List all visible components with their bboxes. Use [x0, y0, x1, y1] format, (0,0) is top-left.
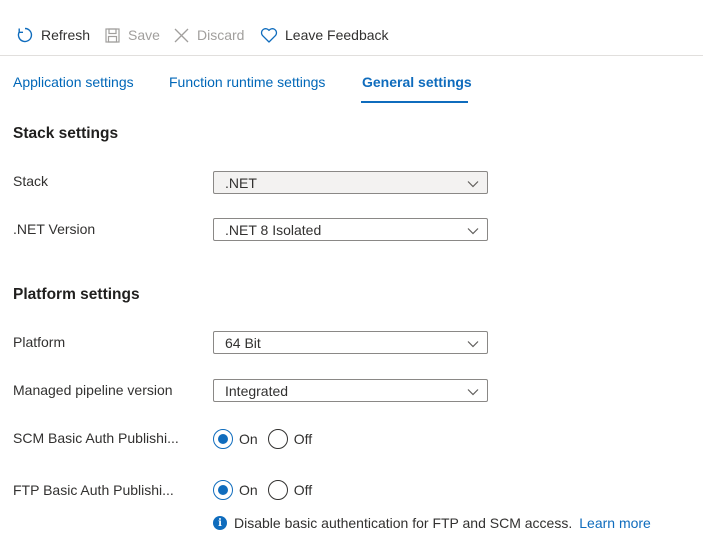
- chevron-down-icon: [467, 385, 479, 401]
- ftp-auth-on-radio[interactable]: [213, 480, 233, 500]
- ftp-auth-label: FTP Basic Auth Publishi...: [13, 482, 174, 498]
- save-icon: [104, 27, 121, 44]
- pipeline-value: Integrated: [225, 382, 289, 399]
- scm-auth-radio-group: On Off: [213, 429, 322, 449]
- scm-auth-on-option[interactable]: On: [213, 429, 258, 449]
- chevron-down-icon: [467, 224, 479, 240]
- discard-label: Discard: [197, 27, 245, 43]
- scm-auth-off-option[interactable]: Off: [267, 429, 313, 449]
- save-label: Save: [128, 27, 160, 43]
- stack-value: .NET: [225, 174, 257, 191]
- save-button[interactable]: Save: [104, 24, 160, 46]
- learn-more-link[interactable]: Learn more: [579, 515, 651, 531]
- net-version-label: .NET Version: [13, 221, 96, 237]
- ftp-auth-on-option[interactable]: On: [213, 480, 258, 500]
- platform-dropdown[interactable]: 64 Bit: [213, 331, 488, 354]
- ftp-auth-off-option[interactable]: Off: [267, 480, 313, 500]
- tab-general-settings[interactable]: General settings: [362, 74, 472, 90]
- refresh-label: Refresh: [41, 27, 91, 43]
- leave-feedback-button[interactable]: Leave Feedback: [260, 24, 389, 46]
- net-version-value: .NET 8 Isolated: [225, 221, 322, 238]
- stack-label: Stack: [13, 173, 49, 189]
- tab-application-settings[interactable]: Application settings: [13, 74, 134, 90]
- platform-label: Platform: [13, 334, 66, 350]
- scm-auth-label: SCM Basic Auth Publishi...: [13, 430, 179, 446]
- basic-auth-info-text: Disable basic authentication for FTP and…: [234, 515, 573, 531]
- scm-auth-off-radio[interactable]: [267, 429, 288, 449]
- heart-icon: [260, 27, 278, 44]
- platform-value: 64 Bit: [225, 334, 261, 351]
- ftp-auth-on-label: On: [239, 482, 258, 498]
- active-tab-indicator: [361, 101, 468, 103]
- ftp-auth-off-label: Off: [293, 482, 313, 498]
- pipeline-label: Managed pipeline version: [13, 382, 173, 398]
- net-version-dropdown[interactable]: .NET 8 Isolated: [213, 218, 488, 241]
- scm-auth-on-radio[interactable]: [213, 429, 233, 449]
- ftp-auth-radio-group: On Off: [213, 480, 322, 500]
- tab-function-runtime-settings[interactable]: Function runtime settings: [169, 74, 325, 90]
- leave-feedback-label: Leave Feedback: [285, 27, 389, 43]
- pipeline-dropdown[interactable]: Integrated: [213, 379, 488, 402]
- close-icon: [173, 27, 190, 44]
- chevron-down-icon: [467, 177, 479, 193]
- stack-dropdown[interactable]: .NET: [213, 171, 488, 194]
- command-bar: Refresh Save Discard Leave Feedback: [0, 0, 703, 56]
- ftp-auth-off-radio[interactable]: [267, 480, 288, 500]
- info-icon: i: [213, 516, 227, 530]
- scm-auth-off-label: Off: [293, 431, 313, 447]
- scm-auth-on-label: On: [239, 431, 258, 447]
- discard-button[interactable]: Discard: [173, 24, 244, 46]
- refresh-button[interactable]: Refresh: [16, 24, 90, 46]
- basic-auth-info: i Disable basic authentication for FTP a…: [213, 515, 651, 531]
- chevron-down-icon: [467, 337, 479, 353]
- refresh-icon: [16, 26, 34, 44]
- stack-settings-heading: Stack settings: [13, 125, 119, 142]
- settings-tabs: Application settings Function runtime se…: [0, 56, 703, 106]
- platform-settings-heading: Platform settings: [13, 286, 140, 303]
